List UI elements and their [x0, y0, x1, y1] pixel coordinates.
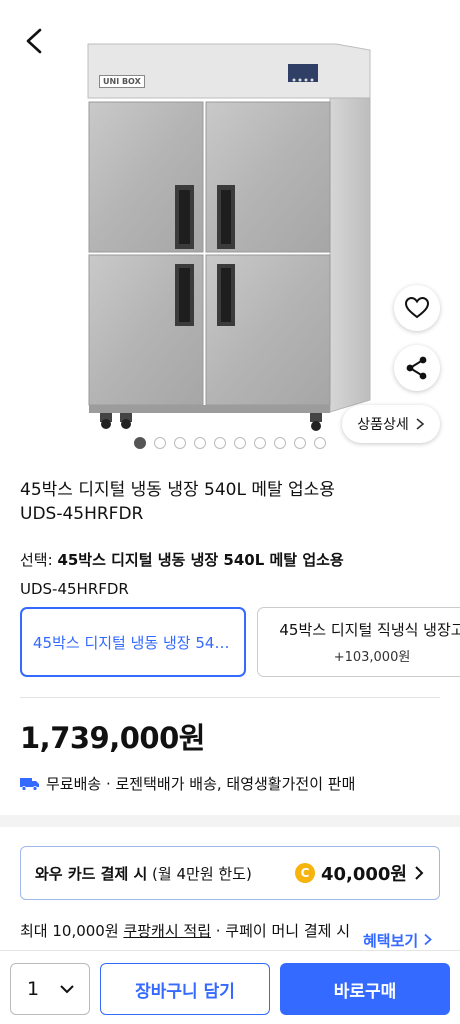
carousel-dot[interactable] [154, 437, 166, 449]
brand-label: UNI BOX [99, 75, 145, 88]
section-divider [0, 815, 460, 827]
carousel-dot[interactable] [274, 437, 286, 449]
option-selector: 45박스 디지털 냉동 냉장 540L 메탈 업소용 45박스 디지털 직냉식 … [20, 607, 460, 677]
image-carousel-indicator[interactable] [134, 437, 326, 449]
quantity-select[interactable]: 1 [10, 963, 90, 1015]
chevron-right-icon [415, 866, 424, 880]
coupang-cash-coin-icon: C [294, 863, 315, 883]
share-button[interactable] [394, 345, 440, 391]
selection-label: 선택: [20, 551, 58, 569]
carousel-dot[interactable] [254, 437, 266, 449]
carousel-dot[interactable] [134, 437, 146, 449]
carousel-dot[interactable] [234, 437, 246, 449]
shipping-info: 무료배송 · 로젠택배가 배송, 태영생활가전이 판매 [20, 773, 355, 794]
carousel-dot[interactable] [214, 437, 226, 449]
divider [20, 697, 440, 698]
heart-icon [404, 296, 430, 319]
buy-now-button[interactable]: 바로구매 [280, 963, 450, 1015]
view-benefits-link[interactable]: 혜택보기 [363, 930, 433, 951]
carousel-dot[interactable] [294, 437, 306, 449]
option-card[interactable]: 45박스 디지털 직냉식 냉장고 +103,000원 [257, 607, 460, 677]
wow-card-promo[interactable]: 와우 카드 결제 시 (월 4만원 한도) C 40,000원 [20, 846, 440, 900]
carousel-dot[interactable] [314, 437, 326, 449]
selection-value-line2: UDS-45HRFDR [20, 580, 129, 598]
cash-benefit-prefix: 최대 10,000원 [20, 922, 124, 940]
cash-benefit-text: 최대 10,000원 쿠팡캐시 적립 · 쿠페이 머니 결제 시 [20, 920, 350, 942]
favorite-heart-button[interactable] [394, 285, 440, 331]
option-card-selected[interactable]: 45박스 디지털 냉동 냉장 540L 메탈 업소용 [20, 607, 246, 677]
selected-option-summary: 선택: 45박스 디지털 냉동 냉장 540L 메탈 업소용 UDS-45HRF… [20, 546, 440, 604]
product-image-refrigerator[interactable] [86, 40, 372, 432]
purchase-bar: 1 장바구니 담기 바로구매 [0, 950, 460, 1024]
option-name: 45박스 디지털 냉동 냉장 540L 메탈 업소용 [33, 633, 233, 652]
product-title: 45박스 디지털 냉동 냉장 540L 메탈 업소용 UDS-45HRFDR [20, 478, 440, 526]
coupang-cash-link[interactable]: 쿠팡캐시 적립 [123, 922, 211, 940]
share-icon [406, 356, 427, 380]
add-to-cart-button[interactable]: 장바구니 담기 [100, 963, 270, 1015]
card-promo-label: 와우 카드 결제 시 [35, 864, 148, 883]
view-benefits-label: 혜택보기 [363, 932, 419, 950]
delivery-truck-icon [20, 777, 39, 791]
product-title-line1: 45박스 디지털 냉동 냉장 540L 메탈 업소용 [20, 480, 335, 500]
shipping-text: 무료배송 · 로젠택배가 배송, 태영생활가전이 판매 [46, 775, 356, 793]
option-name: 45박스 디지털 직냉식 냉장고 [279, 621, 460, 639]
quantity-value: 1 [27, 978, 40, 1000]
card-promo-amount: 40,000원 [320, 864, 407, 885]
carousel-dot[interactable] [194, 437, 206, 449]
back-arrow-icon[interactable] [18, 24, 52, 58]
product-title-line2: UDS-45HRFDR [20, 504, 144, 524]
product-detail-label: 상품상세 [357, 417, 409, 433]
chevron-down-icon [60, 985, 74, 994]
chevron-right-icon [416, 418, 425, 430]
product-image-area: UNI BOX 상품상세 [0, 0, 460, 460]
product-detail-button[interactable]: 상품상세 [342, 405, 440, 443]
chevron-right-icon [424, 933, 433, 946]
carousel-dot[interactable] [174, 437, 186, 449]
option-price-diff: +103,000원 [333, 650, 411, 665]
card-promo-limit: (월 4만원 한도) [147, 864, 252, 883]
cash-benefit-suffix: · 쿠페이 머니 결제 시 [211, 922, 351, 940]
product-price: 1,739,000원 [20, 721, 205, 755]
selection-value: 45박스 디지털 냉동 냉장 540L 메탈 업소용 [57, 551, 344, 569]
